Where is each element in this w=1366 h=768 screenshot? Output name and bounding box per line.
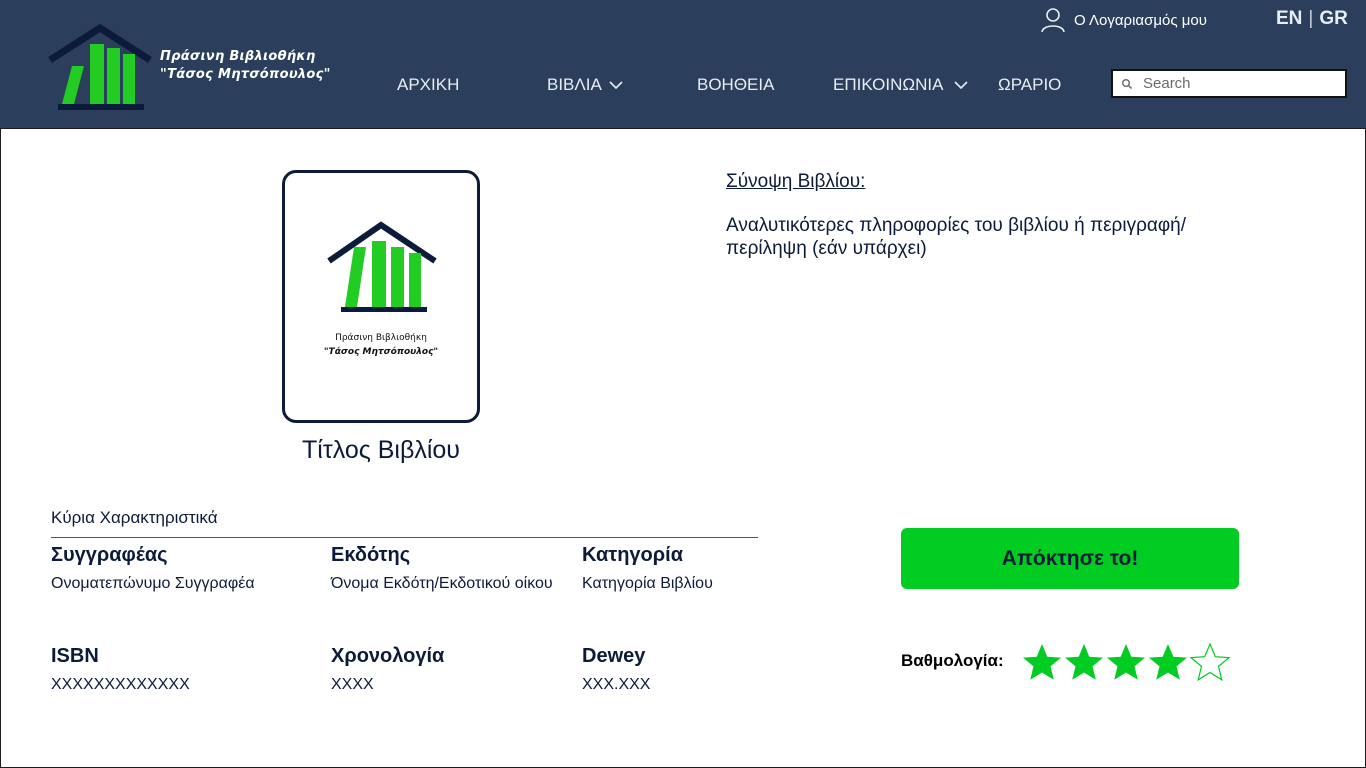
summary-label: Σύνοψη Βιβλίου: xyxy=(726,171,866,192)
nav-home[interactable]: ΑΡΧΙΚΗ xyxy=(397,74,459,96)
nav-books[interactable]: ΒΙΒΛΙΑ xyxy=(547,74,623,96)
nav-hours[interactable]: ΩΡΑΡΙΟ xyxy=(998,74,1061,96)
nav-help[interactable]: ΒΟΗΘΕΙΑ xyxy=(697,74,774,96)
nav-help-label: ΒΟΗΘΕΙΑ xyxy=(697,75,775,94)
search-icon[interactable] xyxy=(1121,78,1133,90)
search-box xyxy=(1111,69,1347,98)
star-empty-icon[interactable] xyxy=(1189,642,1231,682)
chevron-down-icon xyxy=(954,81,969,90)
year-label: Χρονολογία xyxy=(331,645,445,667)
lang-en-link[interactable]: EN xyxy=(1276,8,1302,29)
nav-contact[interactable]: ΕΠΙΚΟΙΝΩΝΙΑ xyxy=(833,74,969,96)
library-logo-icon xyxy=(327,221,437,312)
lang-separator: | xyxy=(1308,8,1314,29)
category-value: Κατηγορία Βιβλίου xyxy=(582,575,713,592)
category-label: Κατηγορία xyxy=(582,544,683,566)
search-input[interactable] xyxy=(1143,75,1333,92)
account-label: Ο Λογαριασμός μου xyxy=(1074,11,1207,29)
isbn-value: XXXXXXXXXXXXX xyxy=(51,676,190,693)
cover-line-1: Πράσινη Βιβλιοθήκη xyxy=(335,333,427,343)
nav-contact-label: ΕΠΙΚΟΙΝΩΝΙΑ xyxy=(833,75,944,94)
cover-line-2: "Τάσος Μητσόπουλος" xyxy=(323,347,439,357)
dewey-value: XXX.XXX xyxy=(582,676,651,693)
nav-books-label: ΒΙΒΛΙΑ xyxy=(547,75,602,94)
language-switcher: EN | GR xyxy=(1276,8,1348,30)
star-filled-icon[interactable] xyxy=(1105,642,1147,682)
author-value: Ονοματεπώνυμο Συγγραφέα xyxy=(51,575,255,592)
publisher-label: Εκδότης xyxy=(331,544,411,566)
author-label: Συγγραφέας xyxy=(51,544,168,566)
nav-hours-label: ΩΡΑΡΙΟ xyxy=(998,75,1062,94)
nav-home-label: ΑΡΧΙΚΗ xyxy=(397,75,460,94)
logo-line-1: Πράσινη Βιβλιοθήκη xyxy=(160,49,316,64)
book-title: Τίτλος Βιβλίου xyxy=(302,436,460,464)
acquire-button[interactable]: Απόκτησε το! xyxy=(901,528,1239,589)
logo-text: Πράσινη Βιβλιοθήκη "Τάσος Μητσόπουλος" xyxy=(160,48,331,84)
rating-label: Βαθμολογία: xyxy=(901,651,1004,670)
star-rating xyxy=(1021,642,1231,682)
summary-text: Αναλυτικότερες πληροφορίες του βιβλίου ή… xyxy=(726,215,1187,259)
star-filled-icon[interactable] xyxy=(1063,642,1105,682)
lang-gr-link[interactable]: GR xyxy=(1319,8,1348,29)
star-filled-icon[interactable] xyxy=(1147,642,1189,682)
book-cover: Πράσινη Βιβλιοθήκη "Τάσος Μητσόπουλος" xyxy=(282,170,480,423)
features-divider xyxy=(51,537,758,538)
cover-text: Πράσινη Βιβλιοθήκη "Τάσος Μητσόπουλος" xyxy=(285,331,477,359)
library-logo-icon xyxy=(48,23,152,110)
dewey-label: Dewey xyxy=(582,645,646,667)
logo-line-2: "Τάσος Μητσόπουλος" xyxy=(160,67,331,82)
publisher-value: Όνομα Εκδότη/Εκδοτικού οίκου xyxy=(331,575,553,592)
features-heading: Κύρια Χαρακτηριστικά xyxy=(51,508,218,527)
isbn-label: ISBN xyxy=(51,645,99,667)
star-filled-icon[interactable] xyxy=(1021,642,1063,682)
top-header: Πράσινη Βιβλιοθήκη "Τάσος Μητσόπουλος" Ο… xyxy=(0,0,1366,128)
chevron-down-icon xyxy=(609,81,623,90)
user-icon xyxy=(1041,8,1065,33)
account-link[interactable]: Ο Λογαριασμός μου xyxy=(1040,6,1207,34)
year-value: XXXX xyxy=(331,676,374,693)
